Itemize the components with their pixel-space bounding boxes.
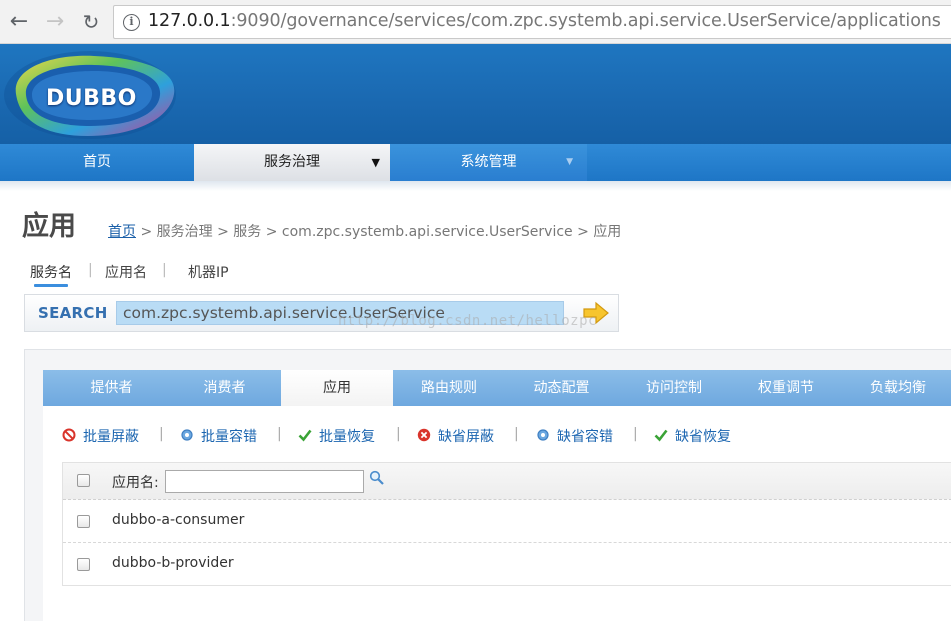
table-row: dubbo-a-consumer <box>63 500 951 543</box>
select-all-checkbox[interactable] <box>77 474 90 487</box>
chevron-down-icon: ▼ <box>371 156 380 169</box>
breadcrumb-home-link[interactable]: 首页 <box>108 224 136 240</box>
main-nav: 首页 服务治理 ▼ 系统管理 ▼ <box>0 144 951 181</box>
action-label: 缺省屏蔽 <box>438 429 494 445</box>
info-icon[interactable]: i <box>123 14 140 31</box>
nav-item-label: 服务治理 <box>264 154 320 170</box>
row-checkbox[interactable] <box>77 558 90 571</box>
url-path: :9090/governance/services/com.zpc.system… <box>230 11 941 31</box>
breadcrumb-current: 应用 <box>593 224 622 240</box>
tab-consumers[interactable]: 消费者 <box>168 370 281 406</box>
url-host: 127.0.0.1 <box>148 11 231 31</box>
breadcrumb-service: com.zpc.systemb.api.service.UserService <box>281 224 573 240</box>
tab-access-control[interactable]: 访问控制 <box>618 370 730 406</box>
action-separator: | <box>633 426 638 442</box>
nav-item-system-management[interactable]: 系统管理 ▼ <box>390 144 587 181</box>
tab-routing-rules[interactable]: 路由规则 <box>393 370 505 406</box>
action-separator: | <box>159 426 164 442</box>
action-label: 缺省恢复 <box>675 429 731 445</box>
search-label: SEARCH <box>38 304 108 322</box>
table-header: 应用名: <box>63 463 951 500</box>
action-label: 缺省容错 <box>557 429 613 445</box>
app-name-label: 应用名: <box>112 475 159 491</box>
tab-separator: | <box>162 262 167 278</box>
reload-icon[interactable]: ↻ <box>78 9 104 35</box>
check-icon <box>298 429 312 442</box>
breadcrumb-governance: 服务治理 <box>156 224 213 240</box>
url-text[interactable]: 127.0.0.1:9090/governance/services/com.z… <box>148 11 941 31</box>
dubbo-logo[interactable]: DUBBO <box>2 48 180 142</box>
address-bar[interactable]: i 127.0.0.1:9090/governance/services/com… <box>113 5 951 39</box>
active-tab-underline <box>34 284 68 287</box>
search-icon[interactable] <box>369 470 385 486</box>
action-label: 批量屏蔽 <box>83 429 139 445</box>
nav-item-service-governance[interactable]: 服务治理 ▼ <box>194 144 390 181</box>
row-checkbox[interactable] <box>77 515 90 528</box>
check-icon <box>654 429 668 442</box>
applications-table: 应用名: dubbo-a-consumer dubbo-b-provider <box>62 462 951 586</box>
nav-shadow <box>0 181 951 191</box>
action-label: 批量恢复 <box>319 429 375 445</box>
chevron-down-icon: ▼ <box>566 157 573 167</box>
block-icon <box>62 428 76 442</box>
tab-applications[interactable]: 应用 <box>281 370 393 406</box>
gear-icon <box>537 429 549 441</box>
breadcrumb-sep: > <box>140 224 153 240</box>
app-name-filter-input[interactable] <box>165 470 364 493</box>
nav-item-home[interactable]: 首页 <box>0 144 194 181</box>
app-name-cell: dubbo-a-consumer <box>112 512 245 528</box>
action-separator: | <box>514 426 519 442</box>
action-separator: | <box>277 426 282 442</box>
nav-item-label: 系统管理 <box>460 154 517 170</box>
search-tab-service-name[interactable]: 服务名 <box>30 262 72 282</box>
breadcrumb-services: 服务 <box>233 224 262 240</box>
back-arrow-icon[interactable]: ← <box>6 9 32 35</box>
tab-load-balance[interactable]: 负载均衡 <box>842 370 951 406</box>
breadcrumb-sep: > <box>217 224 229 240</box>
service-subtabs: 提供者 消费者 应用 路由规则 动态配置 访问控制 权重调节 负载均衡 <box>43 370 951 406</box>
app-name-cell: dubbo-b-provider <box>112 555 234 571</box>
page-title: 应用 <box>22 211 76 242</box>
breadcrumb-sep: > <box>577 224 589 240</box>
tab-weight-adjust[interactable]: 权重调节 <box>730 370 842 406</box>
browser-toolbar: ← → ↻ i 127.0.0.1:9090/governance/servic… <box>0 0 951 44</box>
logo-text: DUBBO <box>46 86 137 111</box>
search-tab-app-name[interactable]: 应用名 <box>105 262 147 282</box>
table-row: dubbo-b-provider <box>63 543 951 586</box>
breadcrumb-sep: > <box>265 224 278 240</box>
close-icon <box>417 428 431 442</box>
breadcrumb: 首页 > 服务治理 > 服务 > com.zpc.systemb.api.ser… <box>108 221 621 241</box>
tab-separator: | <box>88 262 93 278</box>
search-tab-machine-ip[interactable]: 机器IP <box>188 262 229 282</box>
tab-providers[interactable]: 提供者 <box>55 370 168 406</box>
watermark: http://blog.csdn.net/hellozpc <box>338 313 597 329</box>
action-separator: | <box>396 426 401 442</box>
gear-icon <box>181 429 193 441</box>
forward-arrow-icon[interactable]: → <box>42 9 68 35</box>
tab-dynamic-config[interactable]: 动态配置 <box>505 370 618 406</box>
site-header: DUBBO <box>0 44 951 144</box>
action-label: 批量容错 <box>201 429 257 445</box>
